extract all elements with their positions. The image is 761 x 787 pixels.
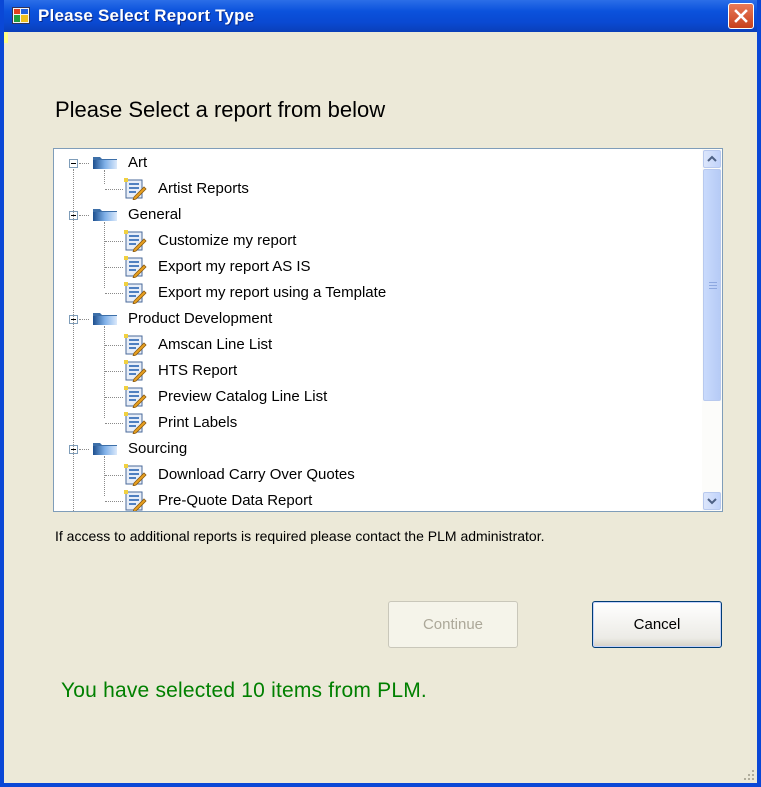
folder-icon: [92, 154, 118, 170]
selection-status-text: You have selected 10 items from PLM.: [61, 679, 427, 702]
report-tree[interactable]: Art Artist Reports General Customize my rep…: [53, 148, 723, 512]
access-info-text: If access to additional reports is requi…: [55, 528, 545, 544]
tree-collapse-toggle[interactable]: [69, 159, 78, 168]
report-icon: [123, 490, 147, 511]
vertical-scrollbar[interactable]: [702, 149, 722, 511]
tree-item-label: Customize my report: [158, 232, 297, 249]
tree-connector: [105, 371, 123, 372]
tree-item-label: Amscan Line List: [158, 336, 273, 353]
tree-connector: [79, 163, 89, 164]
report-icon: [123, 178, 147, 201]
chevron-up-icon: [707, 155, 717, 162]
tree-item-label: Preview Catalog Line List: [158, 388, 328, 405]
scroll-down-button[interactable]: [703, 492, 721, 510]
tree-item-label: Artist Reports: [158, 180, 249, 197]
dialog-window: Please Select Report Type Please Select …: [0, 0, 761, 787]
tree-item-label: Export my report AS IS: [158, 258, 311, 275]
tree-connector: [79, 449, 89, 450]
continue-button[interactable]: Continue: [388, 601, 518, 648]
title-bar[interactable]: Please Select Report Type: [4, 0, 757, 32]
tree-group-label: Art: [128, 154, 148, 171]
tree-connector: [105, 423, 123, 424]
close-icon: [734, 9, 748, 23]
tree-item-label: HTS Report: [158, 362, 238, 379]
tree-group-label: General: [128, 206, 182, 223]
tree-connector: [105, 475, 123, 476]
tree-item-label: Print Labels: [158, 414, 238, 431]
tree-connector: [104, 456, 105, 496]
tree-item-label: Pre-Quote Data Report: [158, 492, 313, 509]
folder-icon: [92, 310, 118, 326]
tree-item-label: Export my report using a Template: [158, 284, 387, 301]
report-icon: [123, 386, 147, 409]
scroll-thumb[interactable]: [703, 169, 721, 401]
cancel-button[interactable]: Cancel: [592, 601, 722, 648]
folder-icon: [92, 206, 118, 222]
tree-connector: [105, 241, 123, 242]
app-window-icon: [12, 7, 30, 24]
chevron-down-icon: [707, 498, 717, 505]
report-icon: [123, 256, 147, 279]
tree-connector: [105, 267, 123, 268]
tree-connector: [104, 326, 105, 418]
tree-connector: [105, 501, 123, 502]
tree-connector: [105, 293, 123, 294]
tree-connector: [105, 189, 123, 190]
tree-connector: [104, 170, 105, 184]
window-title: Please Select Report Type: [38, 6, 255, 25]
report-icon: [123, 412, 147, 435]
tree-item-label: Download Carry Over Quotes: [158, 466, 355, 483]
tree-content: Art Artist Reports General Customize my rep…: [54, 149, 702, 511]
page-heading: Please Select a report from below: [55, 97, 386, 122]
report-icon: [123, 282, 147, 305]
report-icon: [123, 230, 147, 253]
tree-connector: [73, 169, 74, 511]
report-icon: [123, 334, 147, 357]
scroll-up-button[interactable]: [703, 150, 721, 168]
resize-grip-icon[interactable]: [743, 769, 755, 781]
folder-icon: [92, 440, 118, 456]
tree-connector: [105, 345, 123, 346]
tree-connector: [79, 215, 89, 216]
close-button[interactable]: [728, 3, 754, 29]
tree-connector: [104, 222, 105, 288]
tree-connector: [79, 319, 89, 320]
tree-group-label: Sourcing: [128, 440, 188, 457]
report-icon: [123, 360, 147, 383]
report-icon: [123, 464, 147, 487]
tree-group-label: Product Development: [128, 310, 273, 327]
tree-connector: [105, 397, 123, 398]
